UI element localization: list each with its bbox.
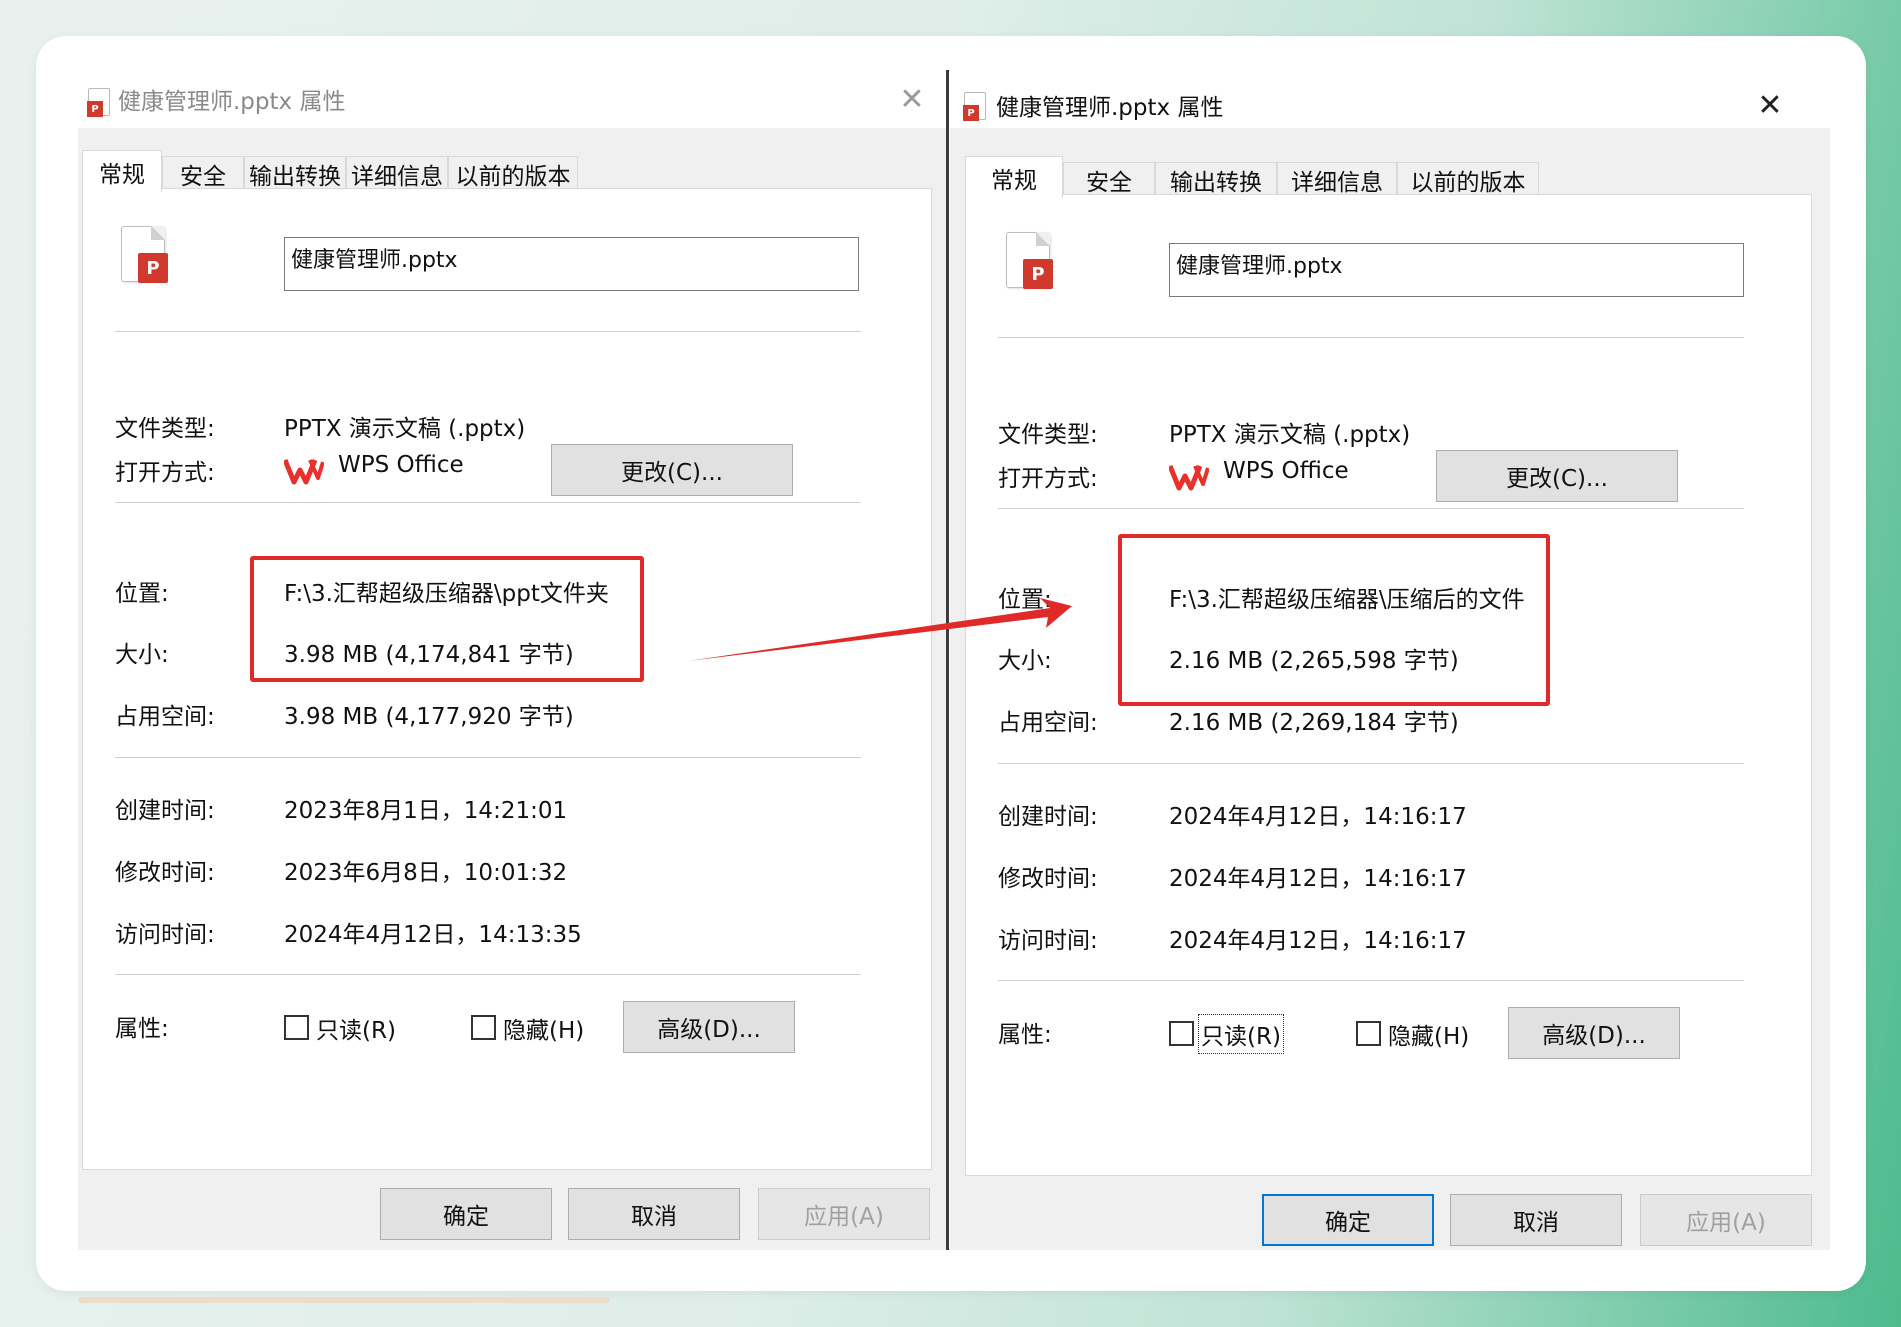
decorative-bar bbox=[78, 1297, 610, 1303]
created-value: 2024年4月12日，14:16:17 bbox=[1169, 804, 1467, 830]
divider bbox=[115, 502, 861, 503]
change-button[interactable]: 更改(C)... bbox=[551, 444, 793, 496]
tab-security[interactable]: 安全 bbox=[162, 156, 244, 190]
pptx-file-icon: P bbox=[121, 226, 168, 283]
accessed-value: 2024年4月12日，14:16:17 bbox=[1169, 928, 1467, 954]
wps-logo-icon bbox=[1169, 465, 1209, 491]
cancel-button[interactable]: 取消 bbox=[1450, 1194, 1622, 1246]
divider bbox=[115, 331, 861, 332]
created-value: 2023年8月1日，14:21:01 bbox=[284, 798, 568, 824]
hidden-label[interactable]: 隐藏(H) bbox=[503, 1011, 584, 1045]
location-label: 位置: bbox=[115, 581, 169, 607]
title-bar: P 健康管理师.pptx 属性 ✕ bbox=[78, 70, 946, 128]
open-with-label: 打开方式: bbox=[998, 466, 1098, 492]
hidden-checkbox[interactable] bbox=[1356, 1021, 1381, 1046]
accessed-label: 访问时间: bbox=[998, 928, 1098, 954]
modified-label: 修改时间: bbox=[115, 860, 215, 886]
dialog-title: 健康管理师.pptx 属性 bbox=[118, 89, 346, 115]
apply-button[interactable]: 应用(A) bbox=[758, 1188, 930, 1240]
divider bbox=[998, 337, 1744, 338]
size-label: 大小: bbox=[998, 648, 1052, 674]
attributes-label: 属性: bbox=[998, 1022, 1052, 1048]
pptx-file-icon: P bbox=[1006, 232, 1053, 289]
dialog-title: 健康管理师.pptx 属性 bbox=[996, 95, 1224, 121]
tab-details[interactable]: 详细信息 bbox=[1277, 162, 1397, 196]
created-label: 创建时间: bbox=[998, 804, 1098, 830]
open-with-app: WPS Office bbox=[1223, 458, 1349, 484]
tab-general[interactable]: 常规 bbox=[82, 150, 162, 192]
modified-value: 2024年4月12日，14:16:17 bbox=[1169, 866, 1467, 892]
accessed-label: 访问时间: bbox=[115, 922, 215, 948]
advanced-button[interactable]: 高级(D)... bbox=[1508, 1007, 1680, 1059]
divider bbox=[998, 508, 1744, 509]
tab-output-convert[interactable]: 输出转换 bbox=[1155, 162, 1277, 196]
close-icon: ✕ bbox=[899, 82, 925, 117]
size-label: 大小: bbox=[115, 642, 169, 668]
disk-size-value: 3.98 MB (4,177,920 字节) bbox=[284, 704, 574, 730]
ok-button[interactable]: 确定 bbox=[1262, 1194, 1434, 1246]
wps-logo-icon bbox=[284, 459, 324, 485]
accessed-value: 2024年4月12日，14:13:35 bbox=[284, 922, 582, 948]
change-button[interactable]: 更改(C)... bbox=[1436, 450, 1678, 502]
divider bbox=[115, 757, 861, 758]
size-highlight-box-left bbox=[250, 556, 644, 682]
tab-output-convert[interactable]: 输出转换 bbox=[244, 156, 346, 190]
open-with-app: WPS Office bbox=[338, 452, 464, 478]
open-with-label: 打开方式: bbox=[115, 460, 215, 486]
hidden-label[interactable]: 隐藏(H) bbox=[1388, 1017, 1469, 1051]
readonly-checkbox[interactable] bbox=[1169, 1021, 1194, 1046]
title-bar: P 健康管理师.pptx 属性 ✕ bbox=[950, 70, 1830, 128]
close-button[interactable]: ✕ bbox=[892, 80, 932, 120]
tab-previous-versions[interactable]: 以前的版本 bbox=[448, 156, 578, 190]
readonly-label[interactable]: 只读(R) bbox=[316, 1011, 396, 1045]
disk-size-label: 占用空间: bbox=[998, 710, 1098, 736]
readonly-checkbox[interactable] bbox=[284, 1015, 309, 1040]
apply-button[interactable]: 应用(A) bbox=[1640, 1194, 1812, 1246]
divider bbox=[998, 980, 1744, 981]
file-name-field[interactable]: 健康管理师.pptx bbox=[284, 237, 859, 291]
divider-line bbox=[946, 70, 949, 1250]
readonly-label[interactable]: 只读(R) bbox=[1198, 1014, 1284, 1054]
hidden-checkbox[interactable] bbox=[471, 1015, 496, 1040]
modified-value: 2023年6月8日，10:01:32 bbox=[284, 860, 568, 886]
divider bbox=[115, 974, 861, 975]
created-label: 创建时间: bbox=[115, 798, 215, 824]
close-button[interactable]: ✕ bbox=[1750, 86, 1790, 126]
tab-previous-versions[interactable]: 以前的版本 bbox=[1397, 162, 1539, 196]
file-type-label: 文件类型: bbox=[998, 422, 1098, 448]
pptx-file-icon: P bbox=[963, 92, 986, 121]
tab-security[interactable]: 安全 bbox=[1063, 162, 1155, 196]
pptx-file-icon: P bbox=[87, 88, 110, 117]
tab-details[interactable]: 详细信息 bbox=[346, 156, 448, 190]
modified-label: 修改时间: bbox=[998, 866, 1098, 892]
tab-general[interactable]: 常规 bbox=[965, 156, 1063, 198]
attributes-label: 属性: bbox=[115, 1016, 169, 1042]
ok-button[interactable]: 确定 bbox=[380, 1188, 552, 1240]
disk-size-value: 2.16 MB (2,269,184 字节) bbox=[1169, 710, 1459, 736]
disk-size-label: 占用空间: bbox=[115, 704, 215, 730]
cancel-button[interactable]: 取消 bbox=[568, 1188, 740, 1240]
location-label: 位置: bbox=[998, 587, 1052, 613]
file-type-label: 文件类型: bbox=[115, 416, 215, 442]
close-icon: ✕ bbox=[1757, 88, 1783, 123]
file-type-value: PPTX 演示文稿 (.pptx) bbox=[1169, 422, 1411, 448]
file-type-value: PPTX 演示文稿 (.pptx) bbox=[284, 416, 526, 442]
divider bbox=[998, 763, 1744, 764]
advanced-button[interactable]: 高级(D)... bbox=[623, 1001, 795, 1053]
file-name-field[interactable]: 健康管理师.pptx bbox=[1169, 243, 1744, 297]
size-highlight-box-right bbox=[1118, 534, 1550, 706]
